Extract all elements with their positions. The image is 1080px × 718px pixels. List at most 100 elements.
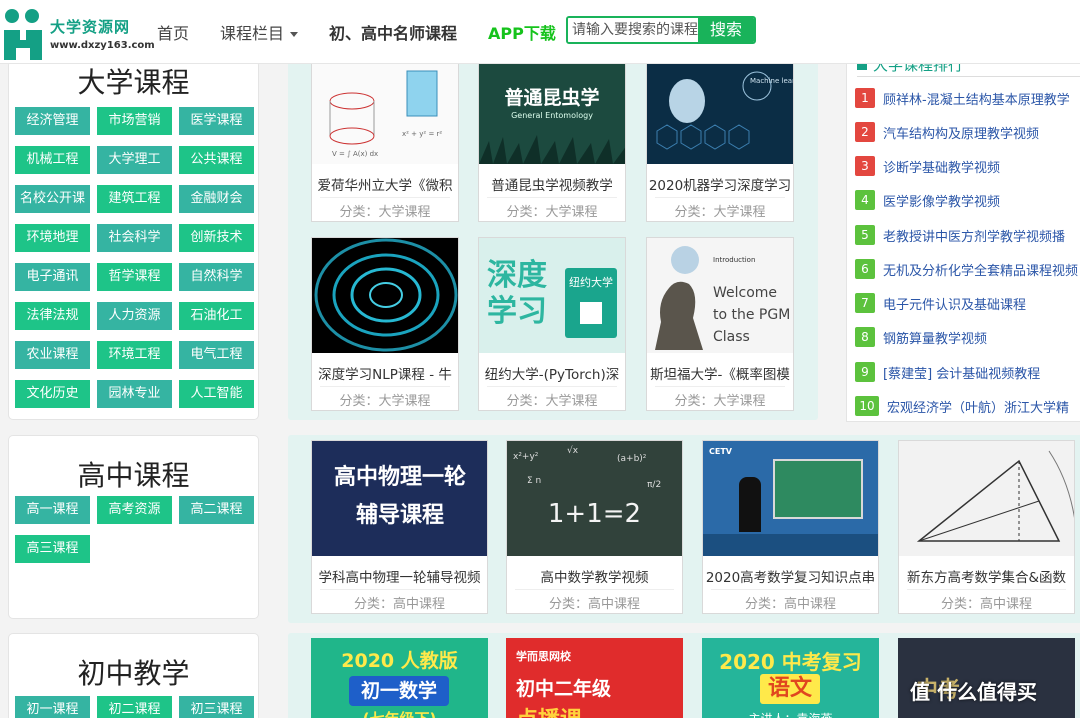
tag-item[interactable]: 金融财会 — [179, 185, 254, 213]
course-card[interactable]: 高中物理一轮辅导课程 学科高中物理一轮辅导视频 分类：高中课程 — [311, 440, 488, 614]
tag-item[interactable]: 人工智能 — [179, 380, 254, 408]
course-card[interactable]: 深度学习NLP课程 - 牛 分类：大学课程 — [311, 237, 459, 411]
course-card[interactable]: 普通昆虫学 General Entomology 普通昆虫学视频教学 分类：大学… — [478, 60, 626, 222]
card-divider — [320, 197, 450, 198]
svg-text:x²+y²: x²+y² — [513, 452, 539, 462]
course-thumbnail: 深度学习 纽约大学 — [479, 238, 625, 353]
logo-icon — [4, 9, 42, 60]
tag-item[interactable]: 高一课程 — [15, 496, 90, 524]
university-course-section: x² + y² = r² V = ∫ A(x) dx 爱荷华州立大学《微积 分类… — [288, 60, 818, 420]
ranking-item[interactable]: 7 电子元件认识及基础课程 — [855, 293, 1080, 315]
course-card[interactable]: 新东方高考数学集合&函数 分类：高中课程 — [898, 440, 1075, 614]
course-title: 深度学习NLP课程 - 牛 — [318, 367, 452, 383]
university-category-panel: 大学课程 经济管理 市场营销 医学课程 机械工程 大学理工 公共课程 名校公开课… — [8, 60, 259, 420]
search-button[interactable]: 搜索 — [698, 18, 754, 42]
course-category: 分类：大学课程 — [339, 205, 431, 220]
course-card[interactable]: CETV 2020高考数学复习知识点串 分类：高中课程 — [702, 440, 879, 614]
course-card[interactable]: 深度学习 纽约大学 纽约大学-(PyTorch)深 分类：大学课程 — [478, 237, 626, 411]
tag-item[interactable]: 机械工程 — [15, 146, 90, 174]
ranking-item[interactable]: 2 汽车结构构及原理教学视频 — [855, 122, 1080, 144]
card-divider — [320, 589, 479, 590]
highschool-category-panel: 高中课程 高一课程 高考资源 高二课程 高三课程 — [8, 435, 259, 619]
tag-item[interactable]: 社会科学 — [97, 224, 172, 252]
ranking-item[interactable]: 4 医学影像学教学视频 — [855, 190, 1080, 212]
course-card[interactable]: Machine learning 2020机器学习深度学习 分类：大学课程 — [646, 60, 794, 222]
tag-item[interactable]: 电子通讯 — [15, 263, 90, 291]
nav-teacher-courses[interactable]: 初、高中名师课程 — [329, 20, 457, 44]
course-thumbnail: 普通昆虫学 General Entomology — [479, 61, 625, 164]
search-input[interactable] — [568, 18, 700, 42]
tag-item[interactable]: 环境工程 — [97, 341, 172, 369]
tag-item[interactable]: 石油化工 — [179, 302, 254, 330]
highschool-course-section: 高中物理一轮辅导课程 学科高中物理一轮辅导视频 分类：高中课程 1+1=2 x²… — [288, 435, 1080, 623]
course-card[interactable]: 2020 人教版 初一数学 (七年级下) — [311, 638, 488, 718]
watermark-text: 值 什么值得买 — [910, 680, 1037, 704]
tag-item[interactable]: 公共课程 — [179, 146, 254, 174]
ranking-panel: 大学课程排行 1 顾祥林-混凝土结构基本原理教学 2 汽车结构构及原理教学视频 3诊… — [846, 40, 1080, 422]
thumb-subtitle: General Entomology — [511, 111, 593, 120]
tag-item[interactable]: 初三课程 — [179, 696, 254, 718]
tag-item[interactable]: 农业课程 — [15, 341, 90, 369]
tag-item[interactable]: 园林专业 — [97, 380, 172, 408]
tag-item[interactable]: 哲学课程 — [97, 263, 172, 291]
rank-title: 无机及分析化学全套精品课程视频 — [883, 264, 1079, 279]
ranking-item[interactable]: 9 [蔡建莹] 会计基础视频教程 — [855, 362, 1080, 384]
rank-title: [蔡建莹] 会计基础视频教程 — [883, 367, 1041, 382]
tag-item[interactable]: 大学理工 — [97, 146, 172, 174]
rank-title: 医学影像学教学视频 — [883, 195, 1001, 210]
tag-item[interactable]: 建筑工程 — [97, 185, 172, 213]
course-category: 分类：大学课程 — [339, 394, 431, 409]
ranking-item[interactable]: 3 诊断学基础教学视频 — [855, 156, 1080, 178]
tag-item[interactable]: 初二课程 — [97, 696, 172, 718]
tag-item[interactable]: 经济管理 — [15, 107, 90, 135]
course-thumbnail: x² + y² = r² V = ∫ A(x) dx — [312, 61, 458, 164]
thinker-statue-icon — [655, 246, 703, 350]
ranking-item[interactable]: 6 无机及分析化学全套精品课程视频 — [855, 259, 1080, 281]
tag-item[interactable]: 初一课程 — [15, 696, 90, 718]
site-logo[interactable]: 大学资源网 www.dxzy163.com — [0, 4, 160, 60]
tag-item[interactable]: 环境地理 — [15, 224, 90, 252]
tag-item[interactable]: 名校公开课 — [15, 185, 90, 213]
site-header: 大学资源网 www.dxzy163.com 首页 课程栏目 初、高中名师课程 A… — [0, 0, 1080, 64]
course-card[interactable]: 1+1=2 x²+y² √x (a+b)² Σ n π/2 高中数学教学视频 分… — [506, 440, 683, 614]
tag-item[interactable]: 高考资源 — [97, 496, 172, 524]
svg-text:π/2: π/2 — [647, 480, 661, 490]
nav-course-columns[interactable]: 课程栏目 — [220, 20, 299, 44]
ranking-item[interactable]: 10 宏观经济学（叶航）浙江大学精 — [855, 396, 1080, 418]
card-divider — [655, 197, 785, 198]
tag-item[interactable]: 人力资源 — [97, 302, 172, 330]
rank-number: 2 — [855, 122, 875, 142]
rank-number: 1 — [855, 88, 875, 108]
tag-item[interactable]: 电气工程 — [179, 341, 254, 369]
tag-item[interactable]: 自然科学 — [179, 263, 254, 291]
thumb-badge: 纽约大学 — [565, 268, 617, 338]
tag-item[interactable]: 高二课程 — [179, 496, 254, 524]
tag-item[interactable]: 创新技术 — [179, 224, 254, 252]
thumb-subtitle: 语文 — [760, 674, 820, 704]
tag-item[interactable]: 文化历史 — [15, 380, 90, 408]
tag-item[interactable]: 高三课程 — [15, 535, 90, 563]
course-card[interactable]: x² + y² = r² V = ∫ A(x) dx 爱荷华州立大学《微积 分类… — [311, 60, 459, 222]
tunnel-icon — [314, 238, 458, 352]
course-category: 分类：高中课程 — [548, 597, 640, 612]
course-thumbnail — [899, 441, 1074, 556]
ranking-item[interactable]: 1 顾祥林-混凝土结构基本原理教学 — [855, 88, 1080, 110]
ranking-item[interactable]: 5 老教授讲中医方剂学教学视频播 — [855, 225, 1080, 247]
thumb-title: 普通昆虫学 — [504, 87, 600, 109]
card-divider — [711, 589, 870, 590]
tag-item[interactable]: 法律法规 — [15, 302, 90, 330]
nav-app-download[interactable]: APP下载 — [488, 20, 556, 44]
course-category: 分类：高中课程 — [744, 597, 836, 612]
course-card[interactable]: 学而思网校 初中二年级 点播课 — [506, 638, 683, 718]
tag-item[interactable]: 医学课程 — [179, 107, 254, 135]
course-title: 纽约大学-(PyTorch)深 — [484, 367, 620, 383]
course-card[interactable]: 2020 中考复习 语文 主讲人：袁海燕 — [702, 638, 879, 718]
ranking-item[interactable]: 8 钢筋算量教学视频 — [855, 327, 1080, 349]
nav-home[interactable]: 首页 — [157, 20, 189, 44]
thumb-subtitle: 初中二年级 — [516, 678, 612, 700]
rank-number: 5 — [855, 225, 875, 245]
course-card[interactable]: Introduction Welcome to the PGM Class 斯坦… — [646, 237, 794, 411]
tag-item[interactable]: 市场营销 — [97, 107, 172, 135]
course-category: 分类：高中课程 — [940, 597, 1032, 612]
thumb-subtitle: 纽约大学 — [569, 276, 613, 289]
